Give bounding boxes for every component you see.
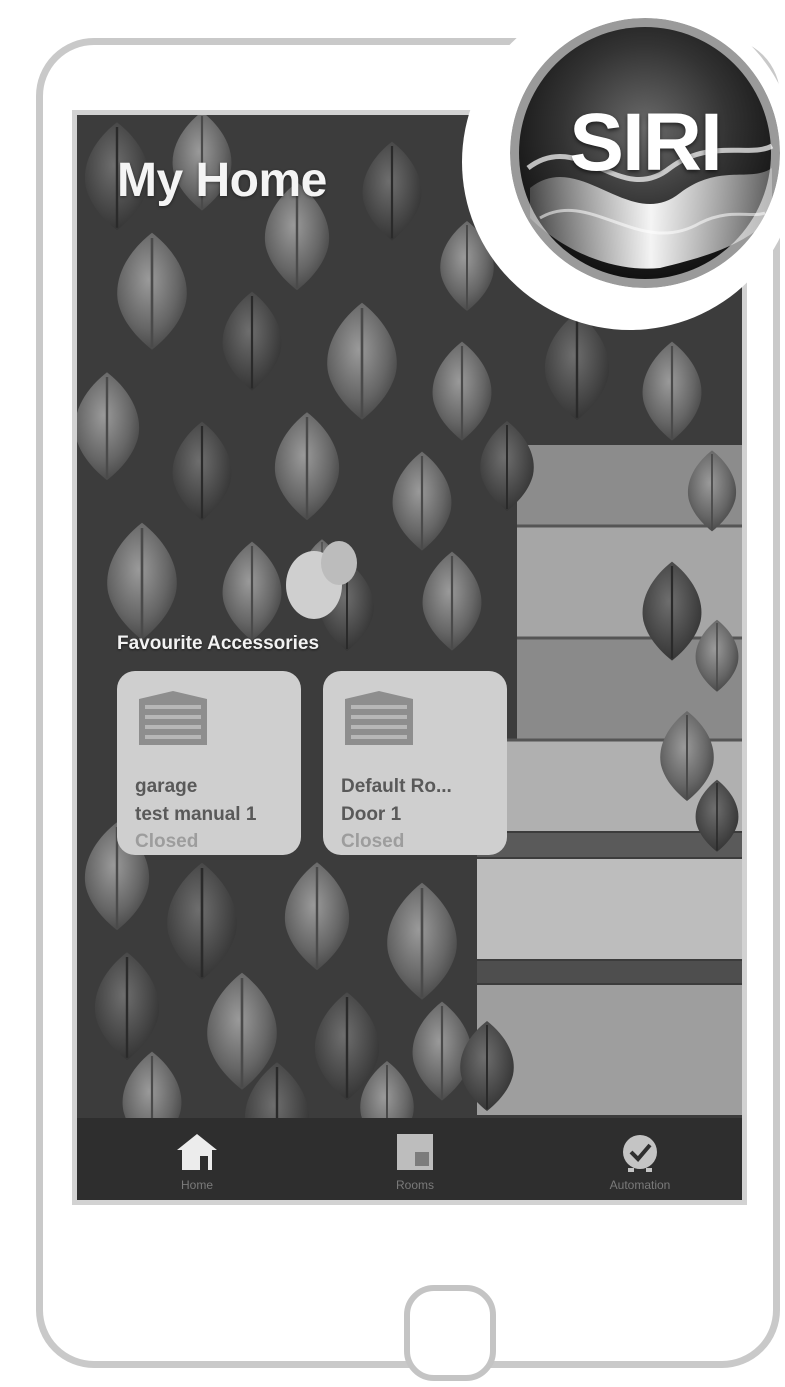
house-icon	[177, 1134, 217, 1170]
accessory-tile-default-door[interactable]: Default Ro... Door 1 Closed	[323, 671, 507, 855]
garage-door-icon	[139, 691, 207, 745]
phone-home-button[interactable]	[404, 1285, 496, 1381]
siri-badge-text: SIRI	[569, 97, 722, 188]
favourites-section-header: Favourite Accessories	[117, 633, 320, 654]
tab-rooms-label: Rooms	[395, 1178, 434, 1192]
tab-automation[interactable]: Automation	[570, 1118, 710, 1200]
tab-home[interactable]: Home	[127, 1118, 267, 1200]
tab-home-label: Home	[180, 1178, 213, 1192]
siri-badge: SIRI	[510, 18, 780, 288]
clock-icon	[623, 1135, 657, 1172]
accessory-name-line1: garage	[135, 776, 198, 797]
accessory-status: Closed	[341, 831, 405, 852]
tab-rooms[interactable]: Rooms	[345, 1118, 485, 1200]
accessory-name-line2: test manual 1	[135, 804, 257, 825]
accessory-name-line2: Door 1	[341, 804, 402, 825]
tab-automation-label: Automation	[609, 1178, 671, 1192]
tab-bar: Home Rooms Automation	[77, 1118, 742, 1200]
stage: My Home Favourite Accessories garage tes…	[0, 0, 785, 1387]
garage-door-icon	[345, 691, 413, 745]
page-title: My Home	[117, 154, 327, 207]
accessory-tile-garage[interactable]: garage test manual 1 Closed	[117, 671, 301, 855]
accessory-name-line1: Default Ro...	[341, 776, 452, 797]
rooms-icon	[397, 1134, 433, 1170]
accessory-status: Closed	[135, 831, 199, 852]
